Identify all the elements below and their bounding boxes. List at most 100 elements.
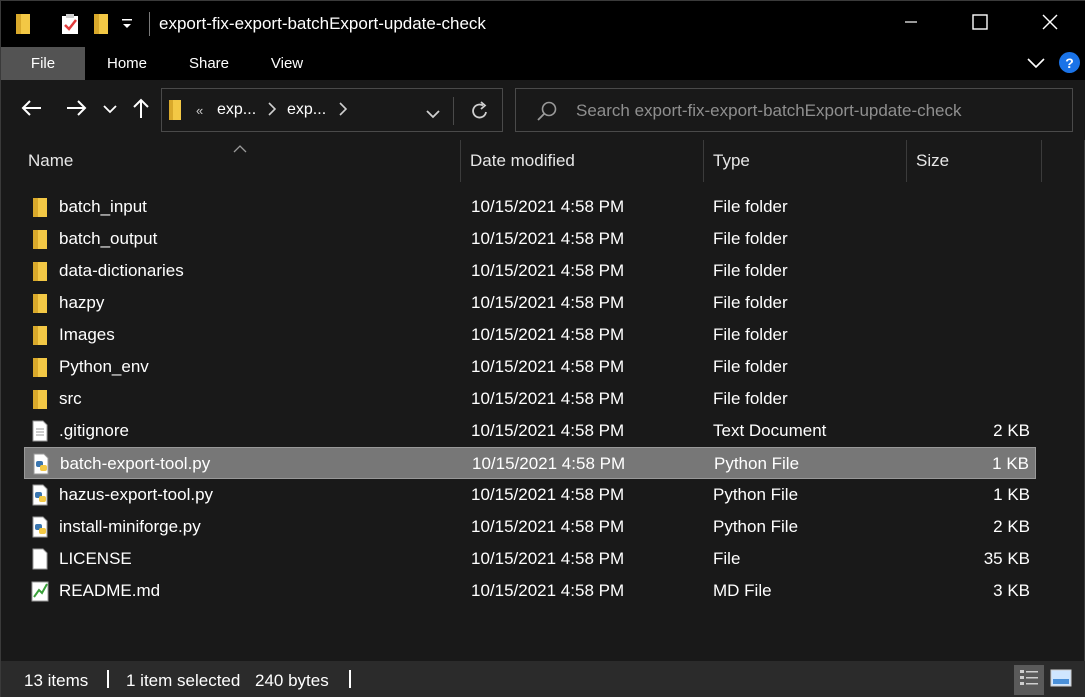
address-bar[interactable]: « exp... exp... [161,88,503,132]
file-type: Python File [713,517,799,536]
forward-button[interactable] [61,94,93,126]
file-date-modified: 10/15/2021 4:58 PM [471,197,625,216]
maximize-button[interactable] [945,1,1015,47]
arrow-left-icon [20,99,42,122]
folder-icon [29,388,51,410]
minimize-button[interactable] [876,1,946,47]
file-type: Python File [713,485,799,504]
file-date-modified: 10/15/2021 4:58 PM [471,421,625,440]
file-row[interactable]: hazpy 10/15/2021 4:58 PM File folder [24,287,1036,319]
recent-locations-button[interactable] [99,94,121,126]
column-separator[interactable] [703,140,704,182]
file-name: Python_env [59,357,149,376]
file-row[interactable]: README.md 10/15/2021 4:58 PM MD File 3 KB [24,575,1036,607]
help-button[interactable]: ? [1059,52,1080,73]
title-bar: export-fix-export-batchExport-update-che… [1,1,1085,47]
file-date-modified: 10/15/2021 4:58 PM [471,581,625,600]
breadcrumb-overflow[interactable]: « [196,103,203,118]
file-row[interactable]: .gitignore 10/15/2021 4:58 PM Text Documen… [24,415,1036,447]
properties-icon[interactable] [59,13,81,40]
tab-file[interactable]: File [1,47,85,80]
folder-icon [29,260,51,282]
file-type: File folder [713,197,788,216]
column-header-date-modified[interactable]: Date modified [470,151,575,171]
file-date-modified: 10/15/2021 4:58 PM [471,485,625,504]
file-type: File folder [713,229,788,248]
title-separator [149,12,150,36]
search-box[interactable]: Search export-fix-export-batchExport-upd… [515,88,1073,132]
column-header-type[interactable]: Type [713,151,750,171]
python-file-icon [30,453,52,475]
folder-icon [29,292,51,314]
status-separator [349,670,351,688]
file-row[interactable]: batch-export-tool.py 10/15/2021 4:58 PM Py… [24,447,1036,479]
search-input[interactable]: Search export-fix-export-batchExport-upd… [576,101,962,121]
file-type: MD File [713,581,772,600]
column-header-name[interactable]: Name [28,151,73,171]
file-name: LICENSE [59,549,132,568]
file-type: File folder [713,325,788,344]
details-view-icon [1019,668,1039,693]
file-size: 35 KB [983,549,1030,568]
file-type: Python File [714,454,800,473]
file-date-modified: 10/15/2021 4:58 PM [471,389,625,408]
tab-share[interactable]: Share [179,47,239,80]
tab-home[interactable]: Home [97,47,157,80]
selection-count: 1 item selected [126,671,241,690]
file-size: 1 KB [993,485,1030,504]
folder-icon [29,324,51,346]
large-icons-view-button[interactable] [1046,665,1076,695]
address-divider [453,97,454,125]
expand-ribbon-chevron-icon[interactable] [1026,56,1046,75]
folder-icon [29,356,51,378]
file-row[interactable]: hazus-export-tool.py 10/15/2021 4:58 PM Py… [24,479,1036,511]
file-name: batch_output [59,229,158,248]
search-icon [536,100,558,127]
sort-ascending-icon [233,140,247,158]
file-row[interactable]: data-dictionaries 10/15/2021 4:58 PM File … [24,255,1036,287]
markdown-file-icon [29,580,51,602]
column-separator[interactable] [1041,140,1042,182]
up-button[interactable] [127,94,155,126]
python-file-icon [29,516,51,538]
column-separator[interactable] [460,140,461,182]
back-button[interactable] [15,94,47,126]
file-row[interactable]: Python_env 10/15/2021 4:58 PM File folder [24,351,1036,383]
refresh-icon[interactable] [471,101,489,126]
file-date-modified: 10/15/2021 4:58 PM [471,293,625,312]
column-header-size[interactable]: Size [916,151,949,171]
file-date-modified: 10/15/2021 4:58 PM [472,454,626,473]
file-name: src [59,389,82,408]
file-date-modified: 10/15/2021 4:58 PM [471,261,625,280]
close-button[interactable] [1015,1,1085,47]
file-name: data-dictionaries [59,261,184,280]
file-explorer-window: export-fix-export-batchExport-update-che… [0,0,1085,697]
column-separator[interactable] [906,140,907,182]
tab-view[interactable]: View [259,47,315,80]
blank-file-icon [29,548,51,570]
status-separator [107,670,109,688]
breadcrumb-item[interactable]: exp... [287,101,326,119]
breadcrumb-chevron-icon[interactable] [268,102,277,119]
file-name: hazpy [59,293,105,312]
file-date-modified: 10/15/2021 4:58 PM [471,517,625,536]
file-type: File folder [713,293,788,312]
window-title: export-fix-export-batchExport-update-che… [159,14,486,33]
new-folder-icon[interactable] [93,13,109,40]
file-row[interactable]: LICENSE 10/15/2021 4:58 PM File 35 KB [24,543,1036,575]
breadcrumb-chevron-icon[interactable] [339,102,348,119]
file-name: install-miniforge.py [59,517,201,536]
item-count: 13 items [24,671,89,690]
address-dropdown-icon[interactable] [425,106,441,124]
breadcrumb-item[interactable]: exp... [217,101,256,119]
file-type: File folder [713,261,788,280]
selection-size: 240 bytes [255,671,329,690]
file-row[interactable]: Images 10/15/2021 4:58 PM File folder [24,319,1036,351]
file-row[interactable]: install-miniforge.py 10/15/2021 4:58 PM Py… [24,511,1036,543]
customize-quick-access-icon[interactable] [121,17,133,36]
file-row[interactable]: src 10/15/2021 4:58 PM File folder [24,383,1036,415]
large-icons-view-icon [1050,669,1072,692]
file-row[interactable]: batch_output 10/15/2021 4:58 PM File folde… [24,223,1036,255]
details-view-button[interactable] [1014,665,1044,695]
file-row[interactable]: batch_input 10/15/2021 4:58 PM File folder [24,191,1036,223]
